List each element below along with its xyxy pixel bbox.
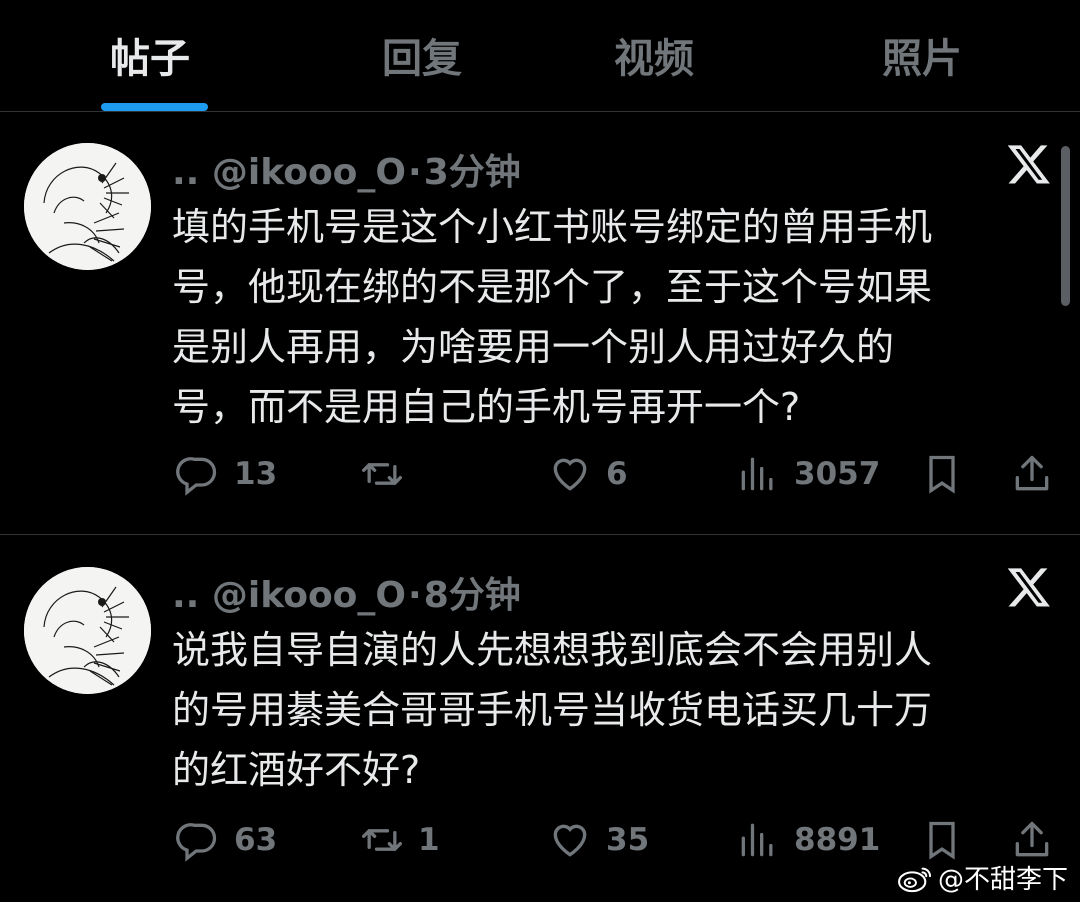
like-button[interactable]: 6: [548, 449, 628, 499]
tab-replies[interactable]: 回复: [382, 26, 462, 84]
post-text-line: 填的手机号是这个小红书账号绑定的曾用手机: [172, 205, 933, 249]
retweet-button[interactable]: [360, 449, 418, 499]
reply-button[interactable]: 63: [176, 815, 277, 865]
views-icon: [741, 457, 773, 491]
display-name[interactable]: ..: [172, 575, 199, 616]
post-text-line: 号，他现在绑的不是那个了，至于这个号如果: [172, 265, 933, 309]
watermark-text: @不甜李下: [937, 865, 1068, 895]
like-count: 6: [606, 456, 628, 492]
heart-icon: [553, 458, 587, 491]
like-button[interactable]: 35: [548, 815, 649, 865]
post[interactable]: .. @ikooo_O·8分钟 说我自导自演的人先想想我到底会不会用别人 的号用…: [0, 536, 1080, 902]
like-count: 35: [606, 822, 650, 858]
reply-button[interactable]: 13: [176, 449, 277, 499]
share-button[interactable]: [1010, 815, 1068, 865]
active-tab-indicator: [101, 103, 208, 111]
scrollbar[interactable]: [1061, 146, 1070, 306]
views-button[interactable]: 3057: [736, 449, 880, 499]
post-time[interactable]: 8分钟: [424, 575, 521, 616]
retweet-button[interactable]: 1: [360, 815, 440, 865]
tab-posts[interactable]: 帖子: [110, 26, 190, 84]
post-text-line: 的号用綦美合哥哥手机号当收货电话买几十万: [172, 688, 933, 732]
avatar[interactable]: [24, 567, 151, 694]
bookmark-icon: [929, 821, 955, 860]
tab-photos[interactable]: 照片: [882, 26, 962, 84]
display-name[interactable]: ..: [172, 152, 199, 193]
reply-count: 13: [234, 456, 278, 492]
tab-videos[interactable]: 视频: [614, 26, 694, 84]
view-count: 8891: [794, 822, 881, 858]
post-text: 说我自导自演的人先想想我到底会不会用别人 的号用綦美合哥哥手机号当收货电话买几十…: [172, 620, 1052, 800]
bookmark-button[interactable]: [920, 815, 978, 865]
watermark: @不甜李下: [896, 859, 1068, 896]
weibo-icon: [898, 867, 932, 892]
retweet-count: 1: [418, 822, 440, 858]
reply-count: 63: [234, 822, 278, 858]
reply-icon: [176, 457, 217, 496]
post-text: 填的手机号是这个小红书账号绑定的曾用手机 号，他现在绑的不是那个了，至于这个号如…: [172, 197, 1052, 437]
post-header: .. @ikooo_O·3分钟: [172, 143, 521, 195]
share-button[interactable]: [1010, 449, 1068, 499]
bookmark-icon: [929, 455, 955, 494]
post-text-line: 的红酒好不好?: [172, 748, 421, 792]
share-icon: [1015, 821, 1049, 857]
views-button[interactable]: 8891: [736, 815, 880, 865]
post-time[interactable]: 3分钟: [424, 152, 521, 193]
post-text-line: 是别人再用，为啥要用一个别人用过好久的: [172, 325, 895, 369]
header-separator: ·: [408, 152, 422, 193]
x-logo-icon: [1007, 145, 1050, 184]
retweet-icon: [362, 463, 402, 485]
share-icon: [1015, 455, 1049, 491]
post-actions: 13 6 3057: [0, 449, 1080, 499]
post-header: .. @ikooo_O·8分钟: [172, 566, 521, 618]
bookmark-button[interactable]: [920, 449, 978, 499]
reply-icon: [176, 823, 217, 862]
post-actions: 63 1 35 8891: [0, 815, 1080, 865]
x-logo-icon: [1007, 568, 1050, 607]
view-count: 3057: [794, 456, 881, 492]
profile-tab-bar: 帖子 回复 视频 照片: [0, 0, 1080, 112]
views-icon: [741, 823, 773, 857]
heart-icon: [553, 824, 587, 857]
retweet-icon: [362, 829, 402, 851]
avatar[interactable]: [24, 143, 151, 270]
post-text-line: 说我自导自演的人先想想我到底会不会用别人: [172, 628, 933, 672]
user-handle[interactable]: @ikooo_O: [212, 152, 406, 193]
header-separator: ·: [408, 575, 422, 616]
post-text-line: 号，而不是用自己的手机号再开一个?: [172, 385, 801, 429]
user-handle[interactable]: @ikooo_O: [212, 575, 406, 616]
post[interactable]: .. @ikooo_O·3分钟 填的手机号是这个小红书账号绑定的曾用手机 号，他…: [0, 113, 1080, 535]
